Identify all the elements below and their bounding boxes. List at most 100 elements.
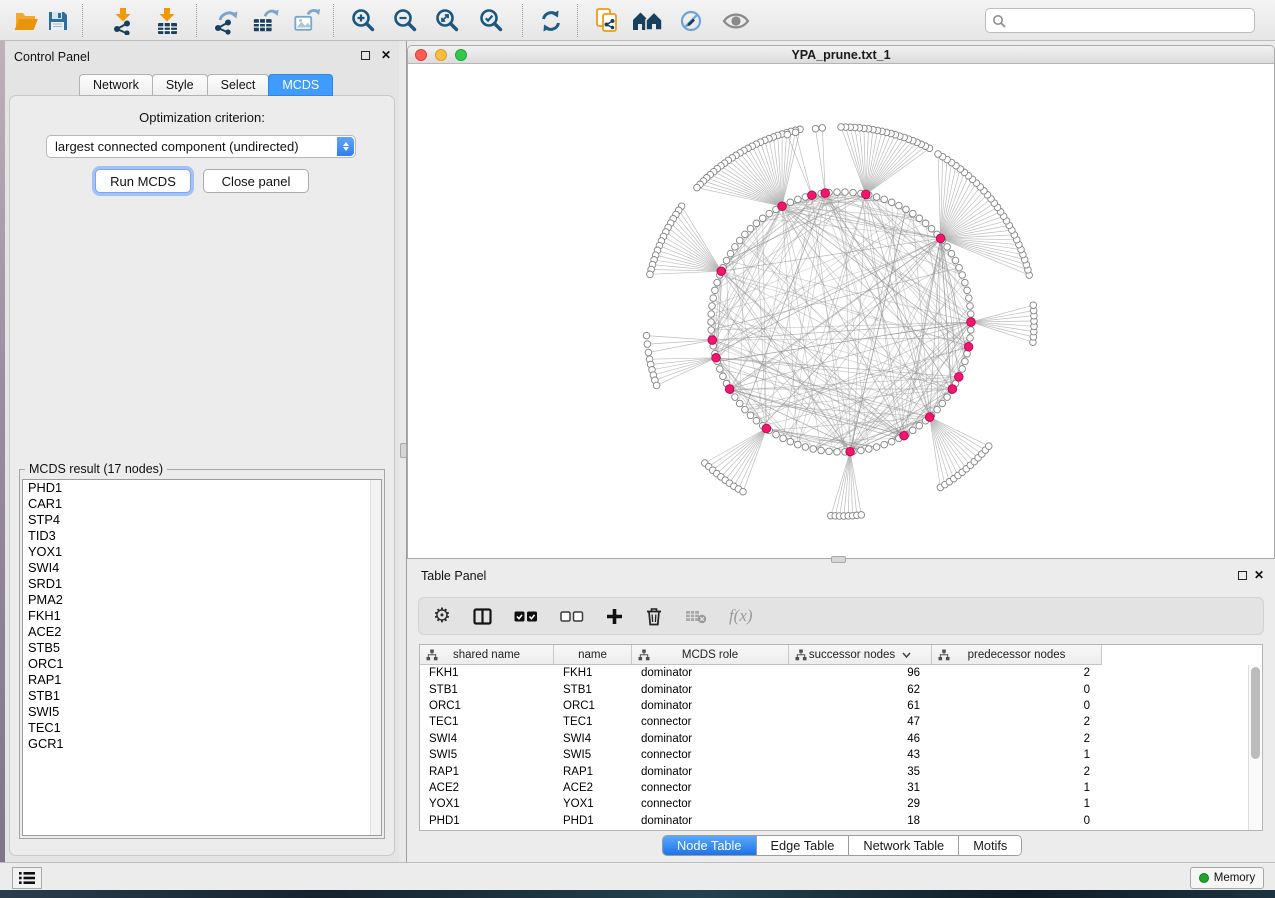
cell-successor-nodes[interactable]: 62 xyxy=(789,684,932,696)
cell-predecessor-nodes[interactable]: 1 xyxy=(932,749,1102,761)
graph-node[interactable] xyxy=(787,199,794,206)
graph-hub-node[interactable] xyxy=(900,431,909,440)
graph-node[interactable] xyxy=(916,422,923,429)
cell-predecessor-nodes[interactable]: 0 xyxy=(932,815,1102,827)
open-session-icon[interactable] xyxy=(12,7,40,35)
table-row[interactable]: PHD1PHD1dominator180 xyxy=(420,813,1248,829)
save-session-icon[interactable] xyxy=(44,7,72,35)
graph-node[interactable] xyxy=(736,400,743,407)
delete-table-icon[interactable] xyxy=(685,609,707,624)
tab-node-table[interactable]: Node Table xyxy=(663,836,757,855)
cell-name[interactable]: PHD1 xyxy=(554,815,632,827)
graph-node[interactable] xyxy=(747,225,754,232)
cell-name[interactable]: ACE2 xyxy=(554,782,632,794)
graph-node[interactable] xyxy=(773,431,780,438)
select-all-columns-icon[interactable] xyxy=(514,610,538,623)
tab-style[interactable]: Style xyxy=(152,74,208,96)
tab-network[interactable]: Network xyxy=(79,74,153,96)
mcds-result-item[interactable]: PMA2 xyxy=(23,592,381,608)
cell-mcds-role[interactable]: dominator xyxy=(632,766,789,778)
mcds-result-item[interactable]: STB5 xyxy=(23,640,381,656)
graph-node[interactable] xyxy=(753,417,760,424)
network-title-bar[interactable]: YPA_prune.txt_1 xyxy=(408,46,1274,64)
export-table-icon[interactable] xyxy=(252,7,280,35)
cell-name[interactable]: TEC1 xyxy=(554,716,632,728)
graph-node[interactable] xyxy=(780,435,787,442)
cell-shared-name[interactable]: FKH1 xyxy=(420,667,554,679)
cell-successor-nodes[interactable]: 31 xyxy=(789,782,932,794)
cell-predecessor-nodes[interactable]: 1 xyxy=(932,782,1102,794)
graph-node[interactable] xyxy=(964,287,971,294)
cell-predecessor-nodes[interactable]: 2 xyxy=(932,667,1102,679)
graph-node[interactable] xyxy=(959,366,966,373)
cell-successor-nodes[interactable]: 61 xyxy=(789,700,932,712)
cell-name[interactable]: YOX1 xyxy=(554,798,632,810)
table-row[interactable]: TEC1TEC1connector472 xyxy=(420,714,1248,730)
graph-node[interactable] xyxy=(810,446,817,453)
horizontal-splitter-grip[interactable] xyxy=(831,556,846,563)
network-manager-icon[interactable] xyxy=(632,7,666,35)
graph-node[interactable] xyxy=(967,303,974,310)
tab-edge-table[interactable]: Edge Table xyxy=(757,836,850,855)
create-column-icon[interactable] xyxy=(606,608,623,625)
graph-node[interactable] xyxy=(742,231,749,238)
graph-node[interactable] xyxy=(888,199,895,206)
cell-successor-nodes[interactable]: 96 xyxy=(789,667,932,679)
table-close-panel-icon[interactable]: ✕ xyxy=(1254,568,1264,582)
export-network-icon[interactable] xyxy=(212,7,240,35)
graph-node[interactable] xyxy=(966,295,973,302)
graph-node[interactable] xyxy=(708,319,715,326)
graph-node[interactable] xyxy=(802,444,809,451)
graph-node[interactable] xyxy=(968,327,975,334)
cell-shared-name[interactable]: SWI5 xyxy=(420,749,554,761)
graph-node[interactable] xyxy=(858,447,865,454)
graph-node[interactable] xyxy=(732,244,739,251)
column-header-predecessor-nodes[interactable]: predecessor nodes xyxy=(932,645,1102,665)
graph-node[interactable] xyxy=(709,303,716,310)
graph-node[interactable] xyxy=(787,438,794,445)
graph-node[interactable] xyxy=(720,373,727,380)
graph-node[interactable] xyxy=(708,311,715,318)
table-row[interactable]: FKH1FKH1dominator962 xyxy=(420,665,1248,681)
graph-node[interactable] xyxy=(742,406,749,413)
mcds-result-item[interactable]: RAP1 xyxy=(23,672,381,688)
cell-shared-name[interactable]: ORC1 xyxy=(420,700,554,712)
cell-mcds-role[interactable]: connector xyxy=(632,798,789,810)
cell-successor-nodes[interactable]: 29 xyxy=(789,798,932,810)
task-history-button[interactable] xyxy=(12,867,42,889)
table-row[interactable]: STB1STB1dominator620 xyxy=(420,681,1248,697)
graph-node[interactable] xyxy=(903,206,910,213)
cell-predecessor-nodes[interactable]: 2 xyxy=(932,733,1102,745)
table-row[interactable]: YOX1YOX1connector291 xyxy=(420,796,1248,812)
cell-mcds-role[interactable]: dominator xyxy=(632,815,789,827)
column-header-successor-nodes[interactable]: successor nodes xyxy=(789,645,932,665)
graph-node[interactable] xyxy=(858,512,865,519)
cell-mcds-role[interactable]: connector xyxy=(632,716,789,728)
graph-hub-node[interactable] xyxy=(948,385,957,394)
graph-hub-node[interactable] xyxy=(955,373,964,382)
memory-button[interactable]: Memory xyxy=(1190,867,1264,889)
graph-hub-node[interactable] xyxy=(967,318,976,327)
graph-hub-node[interactable] xyxy=(762,424,771,433)
graph-node[interactable] xyxy=(647,271,654,278)
graph-node[interactable] xyxy=(842,189,849,196)
mcds-result-item[interactable]: STB1 xyxy=(23,688,381,704)
cell-mcds-role[interactable]: connector xyxy=(632,749,789,761)
graph-node[interactable] xyxy=(896,202,903,209)
cell-predecessor-nodes[interactable]: 0 xyxy=(932,684,1102,696)
column-header-name[interactable]: name xyxy=(554,645,632,665)
criterion-select[interactable]: largest connected component (undirected) xyxy=(46,135,356,158)
graph-node[interactable] xyxy=(922,220,929,227)
zoom-selected-icon[interactable] xyxy=(477,7,505,35)
export-image-icon[interactable] xyxy=(293,7,321,35)
graph-node[interactable] xyxy=(795,196,802,203)
zoom-in-icon[interactable] xyxy=(349,7,377,35)
graph-node[interactable] xyxy=(819,125,826,132)
cell-predecessor-nodes[interactable]: 1 xyxy=(932,798,1102,810)
graph-node[interactable] xyxy=(834,189,841,196)
graph-node[interactable] xyxy=(928,225,935,232)
cell-shared-name[interactable]: RAP1 xyxy=(420,766,554,778)
refresh-layout-icon[interactable] xyxy=(537,7,565,35)
column-header-shared-name[interactable]: shared name xyxy=(420,645,554,665)
graph-hub-node[interactable] xyxy=(808,191,817,200)
